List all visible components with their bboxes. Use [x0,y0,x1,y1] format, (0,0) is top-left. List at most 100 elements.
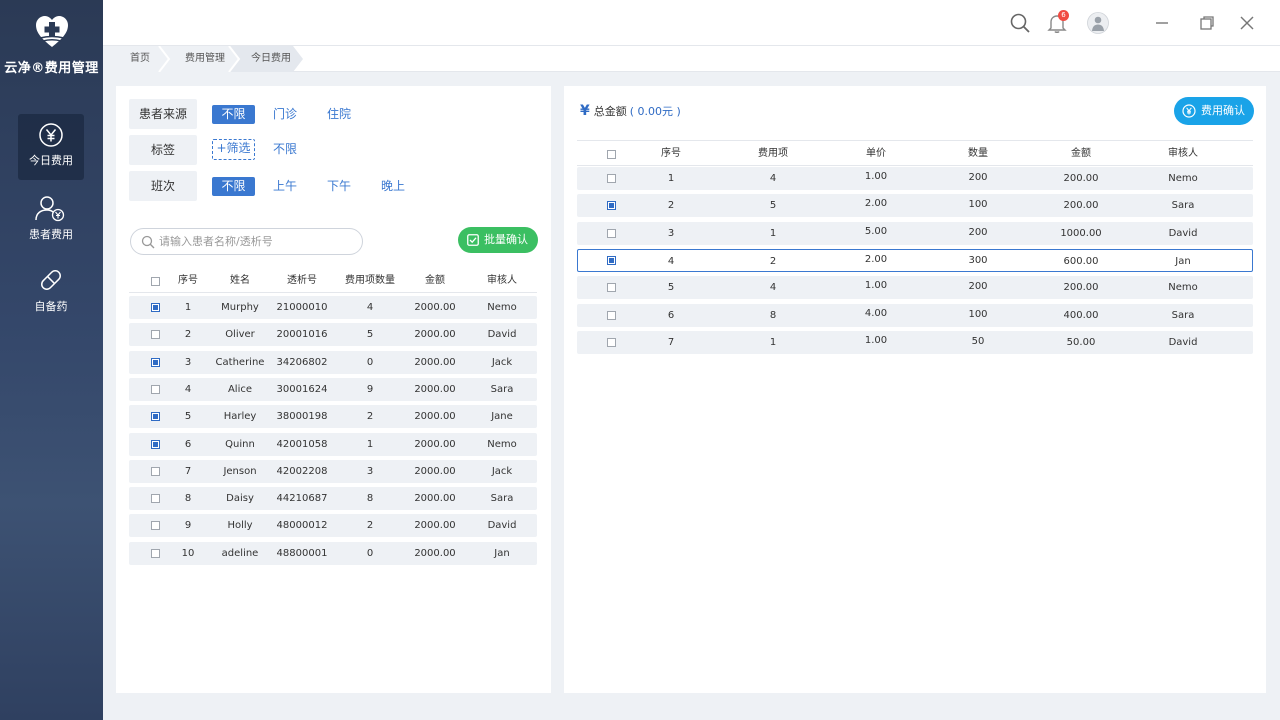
total-label: 总金额 [593,105,627,118]
cell-no: 8 [184,493,192,505]
table-row[interactable]: 7 1 1.00 50 50.00 David [577,330,1253,354]
cell-amount: 200.00 [1063,282,1099,294]
yen-circle-icon [39,123,63,147]
search-icon [141,235,155,249]
search-input[interactable] [159,233,354,250]
row-checkbox[interactable] [607,201,616,211]
table-row[interactable]: 6 Quinn 42001058 1 2000.00 Nemo [129,432,537,456]
column-header: 审核人 [1168,148,1198,159]
table-row[interactable]: 5 4 1.00 200 200.00 Nemo [577,276,1253,300]
cell-no: 6 [667,309,675,321]
cell-item: 4 [769,173,777,184]
filter-shift-any[interactable]: 不限 [212,177,255,196]
close-icon[interactable] [1238,14,1256,32]
table-row[interactable]: 2 5 2.00 100 200.00 Sara [577,194,1253,218]
notification-button[interactable]: 6 [1046,10,1069,34]
fee-confirm-label: 费用确认 [1201,104,1245,117]
row-checkbox[interactable] [151,439,160,449]
cell-reviewer: Nemo [1168,173,1198,184]
sidebar: 云净®费用管理 今日费用 患者费用 自备药 [0,0,103,720]
breadcrumb-today-fees[interactable]: 今日费用 [237,46,291,72]
search-icon[interactable] [1009,12,1031,34]
cell-name: Daisy [226,493,254,505]
minimize-icon[interactable] [1153,14,1171,32]
cell-dialysis-no: 48000012 [276,520,328,532]
row-checkbox[interactable] [151,466,160,476]
row-checkbox[interactable] [151,357,160,367]
breadcrumb: 首页 费用管理 今日费用 [103,46,1280,72]
cell-no: 4 [184,383,192,395]
table-row[interactable]: 3 Catherine 34206802 0 2000.00 Jack [129,350,537,374]
row-checkbox[interactable] [151,412,160,422]
batch-confirm-button[interactable]: 批量确认 [458,227,538,253]
patient-yen-icon [35,196,65,222]
sidebar-item-today-fees[interactable]: 今日费用 [18,114,84,180]
row-checkbox[interactable] [151,521,160,531]
row-checkbox[interactable] [607,310,616,320]
row-checkbox[interactable] [607,255,616,265]
cell-no: 9 [184,520,192,532]
filter-source-any[interactable]: 不限 [212,105,255,124]
table-row[interactable]: 4 2 2.00 300 600.00 Jan [577,248,1253,272]
fee-confirm-button[interactable]: 费用确认 [1174,97,1254,125]
cell-amount: 200.00 [1063,200,1099,212]
table-row[interactable]: 3 1 5.00 200 1000.00 David [577,221,1253,245]
cell-qty: 50 [971,335,985,347]
cell-item: 2 [769,255,777,267]
breadcrumb-fee-management[interactable]: 费用管理 [171,46,225,72]
cell-name: Alice [227,383,253,395]
filter-shift-morning[interactable]: 上午 [268,177,302,196]
row-checkbox[interactable] [151,303,160,312]
filter-shift-evening[interactable]: 晚上 [376,177,410,196]
row-checkbox[interactable] [151,494,160,504]
filter-source-inpatient[interactable]: 住院 [322,105,356,124]
row-checkbox[interactable] [607,174,616,183]
restore-icon[interactable] [1198,14,1216,32]
cell-reviewer: David [487,520,517,532]
cell-name: Harley [223,411,257,423]
sidebar-item-own-medicine[interactable]: 自备药 [18,258,84,324]
table-row[interactable]: 10 adeline 48800001 0 2000.00 Jan [129,541,537,565]
select-all-checkbox[interactable] [151,277,160,286]
cell-amount: 2000.00 [414,356,456,368]
table-row[interactable]: 9 Holly 48000012 2 2000.00 David [129,514,537,538]
row-checkbox[interactable] [151,330,160,340]
column-header: 姓名 [230,275,250,286]
user-avatar-icon[interactable] [1087,12,1109,34]
column-header: 金额 [425,275,445,286]
cell-reviewer: Sara [490,493,514,505]
filter-shift-afternoon[interactable]: 下午 [322,177,356,196]
row-checkbox[interactable] [151,384,160,394]
cell-qty: 100 [968,308,988,320]
cell-items: 5 [366,329,374,341]
select-all-checkbox[interactable] [607,150,616,159]
filter-tag-any[interactable]: 不限 [268,140,302,159]
cell-amount: 2000.00 [414,547,456,559]
row-checkbox[interactable] [607,283,616,293]
table-row[interactable]: 2 Oliver 20001016 5 2000.00 David [129,323,537,347]
top-bar: 6 [103,0,1280,46]
table-row[interactable]: 7 Jenson 42002208 3 2000.00 Jack [129,459,537,483]
table-row[interactable]: 1 4 1.00 200 200.00 Nemo [577,167,1253,190]
total-value: ( 0.00元 ) [629,105,681,118]
row-checkbox[interactable] [607,337,616,347]
row-checkbox[interactable] [151,548,160,558]
add-filter-button[interactable]: +筛选 [212,139,255,160]
cell-dialysis-no: 44210687 [276,493,328,505]
filter-source-outpatient[interactable]: 门诊 [268,105,302,124]
table-row[interactable]: 1 Murphy 21000010 4 2000.00 Nemo [129,296,537,319]
table-row[interactable]: 8 Daisy 44210687 8 2000.00 Sara [129,487,537,511]
sidebar-item-patient-fees[interactable]: 患者费用 [18,186,84,252]
cell-amount: 600.00 [1063,255,1099,267]
table-row[interactable]: 6 8 4.00 100 400.00 Sara [577,303,1253,327]
patient-panel: 患者来源 不限 门诊 住院 标签 +筛选 不限 班次 不限 上午 下午 晚上 批… [116,86,551,693]
table-row[interactable]: 5 Harley 38000198 2 2000.00 Jane [129,405,537,429]
table-row[interactable]: 4 Alice 30001624 9 2000.00 Sara [129,377,537,401]
cell-no: 7 [184,465,192,477]
breadcrumb-home[interactable]: 首页 [116,46,150,72]
cell-name: Murphy [221,302,259,313]
cell-amount: 2000.00 [414,329,456,341]
cell-name: Quinn [225,438,255,450]
row-checkbox[interactable] [607,228,616,238]
cell-reviewer: Nemo [487,302,517,313]
